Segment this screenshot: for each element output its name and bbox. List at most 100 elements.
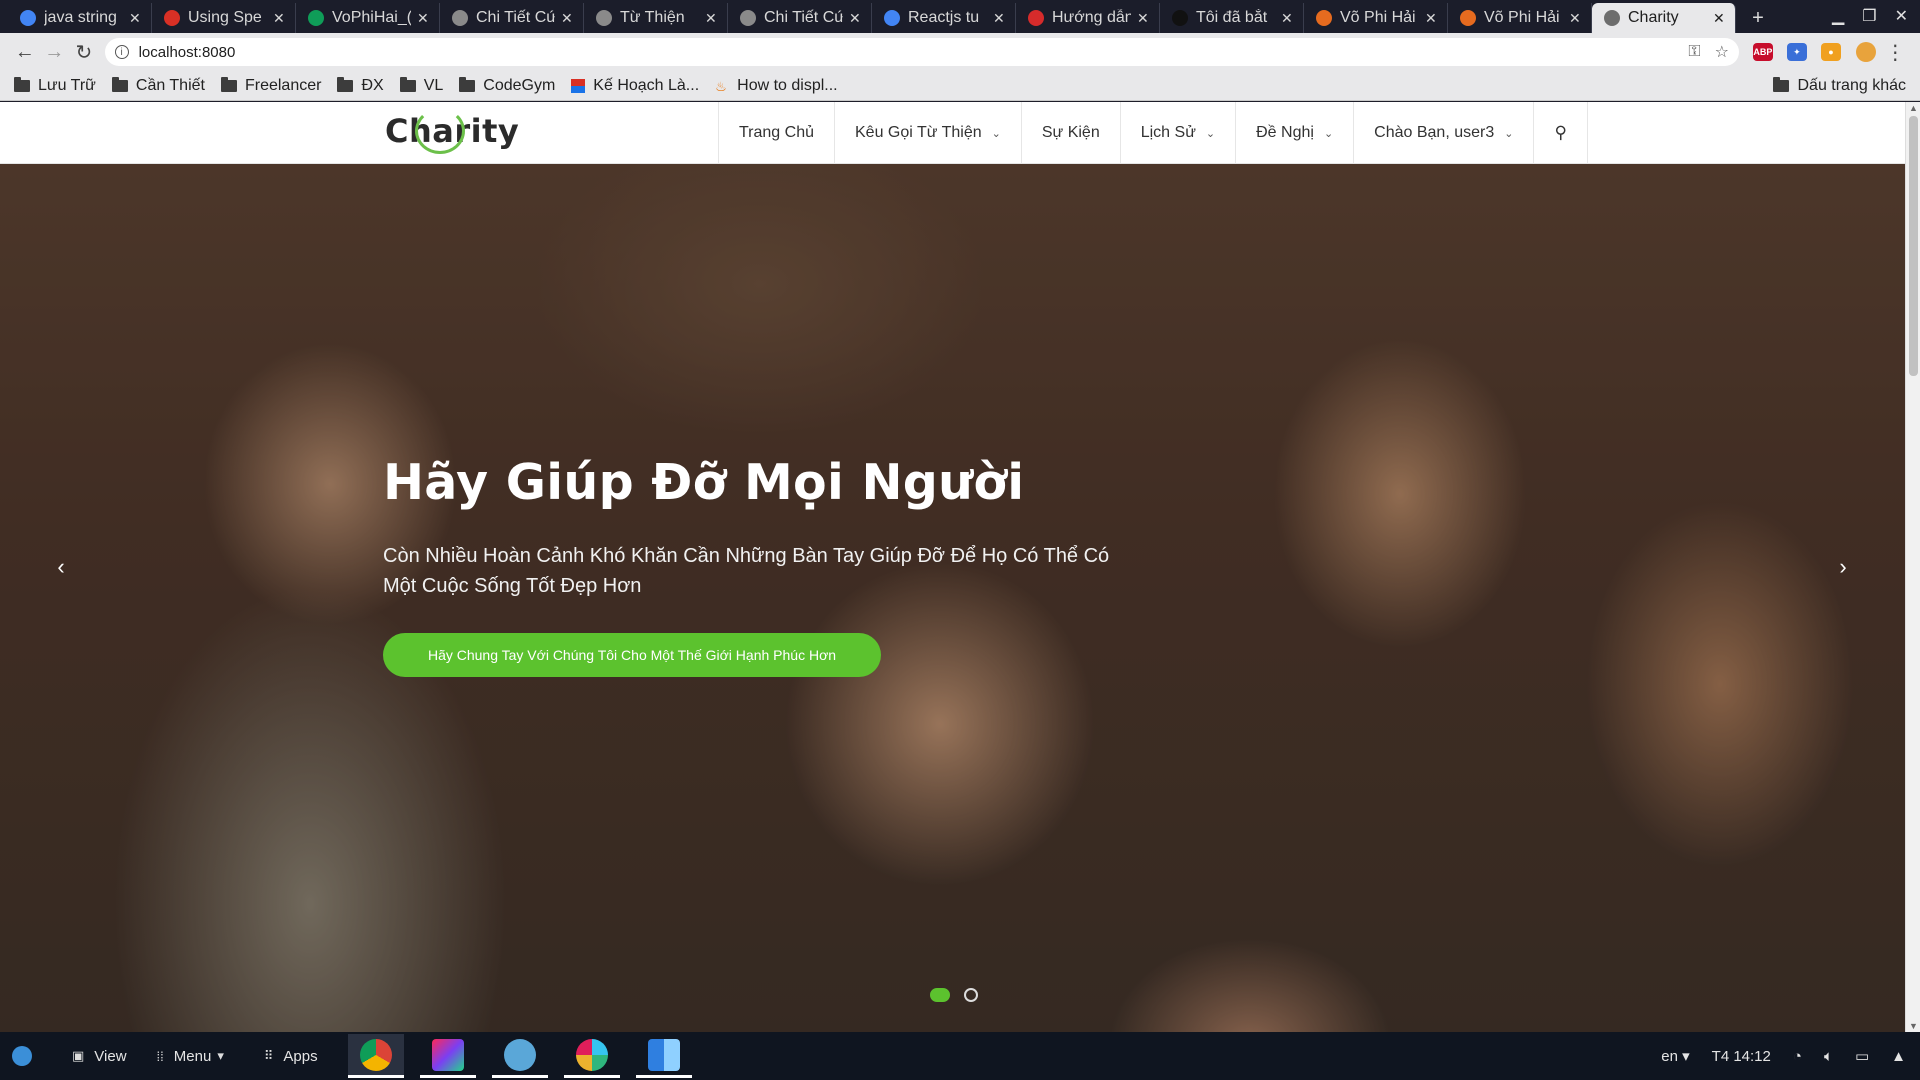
hero-cta-button[interactable]: Hãy Chung Tay Với Chúng Tôi Cho Một Thế … [383,633,881,677]
taskbar-intellij[interactable] [419,1034,476,1078]
close-tab-icon[interactable]: ✕ [1281,10,1295,27]
browser-tab[interactable]: Hướng dẫn ✕ [1016,3,1160,33]
carousel-dot[interactable] [930,988,950,1002]
forward-icon[interactable]: → [40,37,70,67]
nav-item[interactable]: Trang Chủ [719,102,835,164]
close-tab-icon[interactable]: ✕ [129,10,143,27]
new-tab-button[interactable]: + [1744,6,1772,30]
close-tab-icon[interactable]: ✕ [1425,10,1439,27]
extension-icon[interactable]: ✦ [1786,43,1807,61]
wifi-icon[interactable]: ◔ [1793,1048,1802,1065]
extension-icon[interactable]: ABP [1752,43,1773,61]
back-icon[interactable]: ← [10,37,40,67]
intellij-icon [431,1038,464,1071]
close-tab-icon[interactable]: ✕ [1569,10,1583,27]
bookmark-list: Lưu Trữ Cần Thiết Freelancer ĐX VL CodeGym Kế … [14,76,854,95]
bookmark-item[interactable]: ♨ How to displ... [715,77,837,95]
bookmark-item[interactable]: VL [399,76,444,95]
restore-icon[interactable]: ❐ [1862,6,1876,26]
carousel-dot[interactable] [964,988,978,1002]
view-button[interactable]: ▣ View [72,1048,127,1065]
bookmark-item[interactable]: Freelancer [220,76,321,95]
star-icon[interactable]: ☆ [1715,42,1729,62]
scroll-down-icon[interactable]: ▼ [1909,1021,1918,1031]
minimize-icon[interactable]: ▁ [1832,6,1844,26]
bookmark-item[interactable]: Lưu Trữ [14,76,96,95]
browser-tab[interactable]: java string ✕ [8,3,152,33]
close-tab-icon[interactable]: ✕ [1713,10,1727,27]
close-tab-icon[interactable]: ✕ [417,10,431,27]
nav-item[interactable]: Chào Bạn, user3 ⌄ [1354,102,1535,164]
os-logo-icon [12,1046,32,1066]
close-tab-icon[interactable]: ✕ [1137,10,1151,27]
red-badge-icon [1028,10,1044,26]
address-bar[interactable]: i localhost:8080 ⚿ ☆ [104,38,1739,66]
site-info-icon[interactable]: i [114,45,129,59]
window-icon: ▣ [72,1048,85,1063]
close-tab-icon[interactable]: ✕ [705,10,719,27]
nav-item[interactable]: Lịch Sử ⌄ [1121,102,1237,164]
profile-icon[interactable] [1851,37,1881,67]
browser-tab[interactable]: Chi Tiết Cứ ✕ [440,3,584,33]
volume-icon[interactable]: 🔈︎ [1824,1048,1833,1065]
extensions-area: ABP ✦ ● [1752,43,1841,61]
page-scrollbar[interactable]: ▲ ▼ [1905,102,1920,1032]
bookmark-item[interactable]: Cần Thiết [111,76,205,95]
bookmark-label: Kế Hoạch Là... [593,76,700,94]
browser-tab[interactable]: Võ Phi Hải ✕ [1304,3,1448,33]
bookmark-item[interactable]: Kế Hoạch Là... [571,77,699,95]
other-bookmarks[interactable]: Dấu trang khác [1773,76,1906,95]
search-icon[interactable]: ⚲ [1534,102,1588,164]
menu-button[interactable]: ⁞⁞ Menu ▾ [157,1048,234,1065]
os-taskbar: ▣ View ⁞⁞ Menu ▾ ⠿ Apps en ▾ T4 14:12 ◔ 🔈︎ ▭… [0,1032,1920,1080]
tab-title: Charity [1628,9,1679,26]
browser-tab[interactable]: Tôi đã bắt ✕ [1160,3,1304,33]
tab-title: Chi Tiết Cứ [764,9,843,26]
close-tab-icon[interactable]: ✕ [849,10,863,27]
bookmark-item[interactable]: CodeGym [459,76,555,95]
url-text[interactable]: localhost:8080 [139,44,1675,61]
taskbar-slack[interactable] [563,1034,620,1078]
browser-tab[interactable]: Võ Phi Hải ✕ [1448,3,1592,33]
taskbar-finder[interactable] [635,1034,692,1078]
close-tab-icon[interactable]: ✕ [993,10,1007,27]
kebab-menu-icon[interactable]: ⋮ [1880,37,1910,67]
apps-button[interactable]: ⠿ Apps [264,1048,318,1065]
nav-item[interactable]: Đề Nghị ⌄ [1236,102,1355,164]
keyboard-layout[interactable]: en ▾ [1661,1047,1689,1065]
extension-icon[interactable]: ● [1820,43,1841,61]
folder-icon [459,76,476,92]
battery-icon[interactable]: ▭ [1855,1047,1869,1065]
browser-tab[interactable]: Từ Thiện ✕ [584,3,728,33]
start-menu-button[interactable] [12,1046,42,1066]
bookmark-item[interactable]: ĐX [337,76,384,95]
nav-item[interactable]: Kêu Gọi Từ Thiện ⌄ [835,102,1022,164]
web-page: Charity Trang Chủ Kêu Gọi Từ Thiện ⌄ Sự Kiệ… [0,102,1920,1032]
nav-item[interactable]: Sự Kiện [1022,102,1121,164]
globe-icon [596,10,612,26]
scrollbar-thumb[interactable] [1909,116,1918,376]
close-window-icon[interactable]: ✕ [1895,6,1908,26]
charity-logo[interactable]: Charity [385,108,519,154]
browser-tab[interactable]: Chi Tiết Cứ ✕ [728,3,872,33]
carousel-prev-icon[interactable]: ‹ [46,554,76,580]
close-tab-icon[interactable]: ✕ [561,10,575,27]
browser-tab[interactable]: VoPhiHai_(✕ [296,3,440,33]
bookmark-label: VL [423,76,444,94]
tray-expand-icon[interactable]: ▲ [1891,1048,1906,1065]
clock[interactable]: T4 14:12 [1712,1048,1771,1065]
carousel-next-icon[interactable]: › [1828,554,1858,580]
close-tab-icon[interactable]: ✕ [273,10,287,27]
browser-tab[interactable]: Using Spe ✕ [152,3,296,33]
taskbar-chrome[interactable] [347,1034,404,1078]
taskbar-dolphin[interactable] [491,1034,548,1078]
reload-icon[interactable]: ↻ [69,37,99,67]
scroll-up-icon[interactable]: ▲ [1909,103,1918,113]
hero-subtitle: Còn Nhiều Hoàn Cảnh Khó Khăn Cần Những B… [383,545,1110,597]
tab-title: Tôi đã bắt [1196,9,1268,26]
browser-tab[interactable]: Reactjs tu ✕ [872,3,1016,33]
tab-list: java string ✕ Using Spe ✕ VoPhiHai_(✕ Chi Tiế… [8,3,1736,33]
key-icon[interactable]: ⚿ [1688,43,1700,61]
hero-carousel: ‹ › Hãy Giúp Đỡ Mọi Người Còn Nhiều Hoàn… [0,164,1905,1032]
browser-tab[interactable]: Charity ✕ [1592,3,1736,33]
